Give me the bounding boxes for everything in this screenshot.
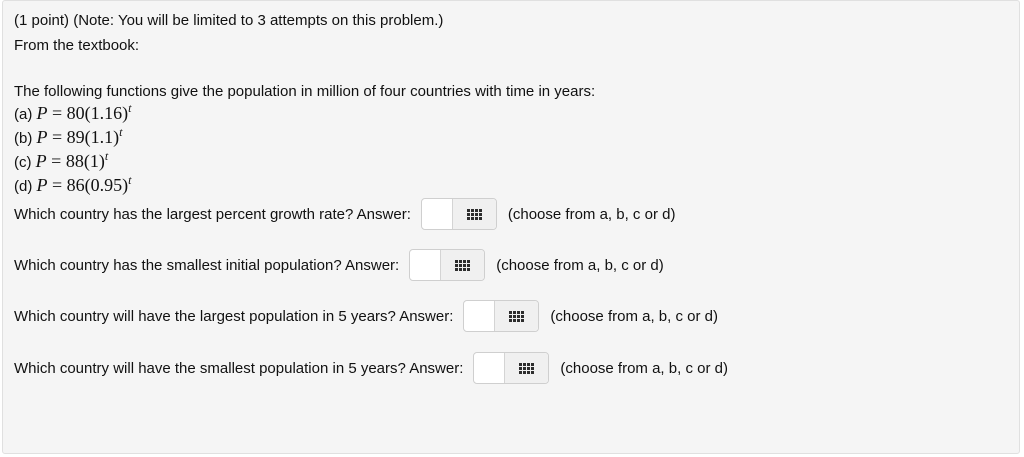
answer-picker-button-4[interactable] bbox=[504, 353, 549, 383]
function-formula: P = 88(1)t bbox=[35, 149, 109, 171]
function-label: (d) bbox=[14, 178, 33, 195]
points-note: (1 point) (Note: You will be limited to … bbox=[14, 12, 444, 29]
source-note: From the textbook: bbox=[14, 37, 140, 54]
answer-group bbox=[463, 300, 540, 332]
function-c: (c) P = 88(1)t bbox=[14, 149, 109, 172]
function-b: (b) P = 89(1.1)t bbox=[14, 125, 123, 148]
answer-group bbox=[409, 249, 486, 281]
answer-hint: (choose from a, b, c or d) bbox=[550, 307, 718, 325]
function-a: (a) P = 80(1.16)t bbox=[14, 101, 132, 124]
function-d: (d) P = 86(0.95)t bbox=[14, 173, 132, 196]
problem-intro: The following functions give the populat… bbox=[14, 83, 596, 100]
answer-picker-button-1[interactable] bbox=[451, 199, 496, 229]
answer-group bbox=[420, 198, 497, 230]
function-formula: P = 86(0.95)t bbox=[36, 173, 132, 195]
question-text: Which country has the smallest initial p… bbox=[14, 256, 400, 274]
answer-input-1[interactable] bbox=[421, 199, 452, 229]
answer-hint: (choose from a, b, c or d) bbox=[560, 359, 728, 377]
question-row-1: Which country has the largest percent gr… bbox=[14, 198, 675, 230]
function-formula: P = 89(1.1)t bbox=[36, 125, 123, 147]
grid-icon bbox=[519, 362, 535, 374]
answer-hint: (choose from a, b, c or d) bbox=[496, 256, 664, 274]
answer-input-2[interactable] bbox=[410, 250, 441, 280]
function-formula: P = 80(1.16)t bbox=[36, 101, 132, 123]
question-text: Which country will have the smallest pop… bbox=[14, 359, 464, 377]
answer-hint: (choose from a, b, c or d) bbox=[507, 205, 676, 223]
question-row-4: Which country will have the smallest pop… bbox=[14, 352, 728, 384]
question-text: Which country will have the largest popu… bbox=[14, 307, 454, 325]
answer-group bbox=[473, 352, 550, 384]
function-label: (b) bbox=[14, 130, 33, 147]
question-row-2: Which country has the smallest initial p… bbox=[14, 249, 664, 281]
answer-picker-button-3[interactable] bbox=[494, 301, 539, 331]
answer-input-4[interactable] bbox=[474, 353, 505, 383]
grid-icon bbox=[509, 310, 525, 322]
function-label: (c) bbox=[14, 154, 32, 171]
answer-input-3[interactable] bbox=[464, 301, 495, 331]
question-row-3: Which country will have the largest popu… bbox=[14, 300, 718, 332]
question-text: Which country has the largest percent gr… bbox=[14, 205, 411, 223]
function-label: (a) bbox=[14, 106, 33, 123]
grid-icon bbox=[466, 208, 482, 220]
problem-panel: (1 point) (Note: You will be limited to … bbox=[2, 0, 1020, 454]
grid-icon bbox=[455, 259, 471, 271]
answer-picker-button-2[interactable] bbox=[440, 250, 485, 280]
